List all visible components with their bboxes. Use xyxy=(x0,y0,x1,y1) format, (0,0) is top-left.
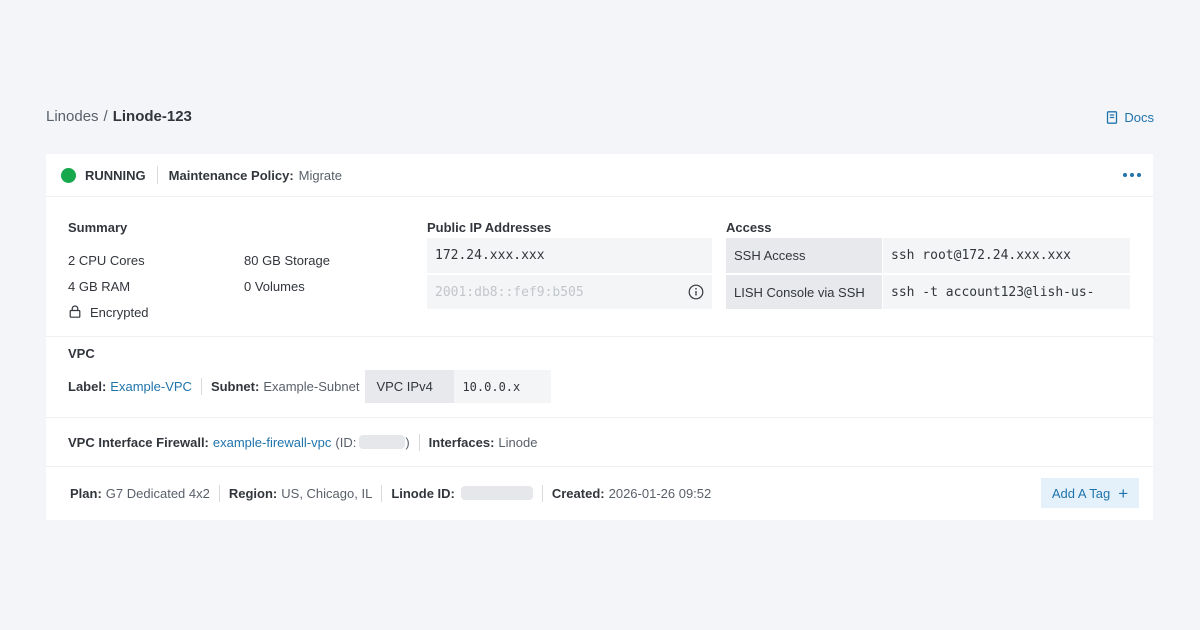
vpc-label-key: Label: xyxy=(68,379,107,394)
dot-icon xyxy=(1130,173,1134,177)
divider xyxy=(218,484,220,502)
vpc-ipv4-label: VPC IPv4 xyxy=(365,370,455,403)
status-indicator xyxy=(61,167,76,183)
subnet-key: Subnet: xyxy=(210,379,260,394)
volumes: 0 Volumes xyxy=(244,279,305,294)
dot-icon xyxy=(1123,173,1127,177)
docs-link[interactable]: Docs xyxy=(1106,110,1154,125)
ipv4-value: 172.24.xxx.xxx xyxy=(435,248,545,263)
ssh-access-value[interactable]: ssh root@172.24.xxx.xxx xyxy=(883,238,1130,273)
dot-icon xyxy=(1137,173,1141,177)
maintenance-policy-value: Migrate xyxy=(298,167,343,183)
footer-details: Plan: G7 Dedicated 4x2 Region: US, Chica… xyxy=(70,482,711,504)
add-tag-label: Add A Tag xyxy=(1051,485,1111,501)
section-divider xyxy=(46,466,1153,467)
interfaces-value: Linode xyxy=(498,434,538,450)
breadcrumb: Linodes / Linode-123 xyxy=(46,108,192,125)
docs-label: Docs xyxy=(1124,110,1154,125)
redacted-linode-id xyxy=(460,486,533,500)
page-title: Linode-123 xyxy=(112,108,192,125)
divider xyxy=(381,484,383,502)
ipv6-address: 2001:db8::fef9:b505 xyxy=(427,275,712,309)
vpc-details: Label: Example-VPC Subnet: Example-Subne… xyxy=(68,370,552,403)
plus-icon: + xyxy=(1118,483,1129,503)
subnet-value: Example-Subnet xyxy=(263,379,360,394)
firewall-id-prefix: (ID: xyxy=(335,434,357,450)
public-ip-title: Public IP Addresses xyxy=(427,220,552,235)
access-title: Access xyxy=(726,220,772,235)
redacted-firewall-id xyxy=(359,435,406,449)
section-divider xyxy=(46,336,1153,337)
more-actions-button[interactable] xyxy=(1123,168,1141,182)
add-tag-button[interactable]: Add A Tag + xyxy=(1041,478,1139,508)
divider xyxy=(541,484,543,502)
ipv4-address[interactable]: 172.24.xxx.xxx xyxy=(427,238,712,273)
firewall-id-suffix: ) xyxy=(405,434,410,450)
book-icon xyxy=(1107,111,1118,124)
status-label: RUNNING xyxy=(85,167,146,183)
linode-detail-card: RUNNING Maintenance Policy: Migrate Summ… xyxy=(46,154,1153,520)
vpc-ipv4-value[interactable]: 10.0.0.x xyxy=(454,370,552,403)
ipv6-value: 2001:db8::fef9:b505 xyxy=(435,284,584,300)
created-value: 2026-01-26 09:52 xyxy=(608,485,712,501)
encrypted-label: Encrypted xyxy=(90,305,149,320)
plan-value: G7 Dedicated 4x2 xyxy=(105,485,210,501)
cpu-cores: 2 CPU Cores xyxy=(68,253,145,268)
breadcrumb-separator: / xyxy=(103,108,108,125)
lock-icon xyxy=(69,305,81,318)
divider xyxy=(418,433,420,451)
interfaces-key: Interfaces: xyxy=(428,434,495,450)
firewall-link[interactable]: example-firewall-vpc xyxy=(213,435,331,450)
divider xyxy=(156,166,158,184)
breadcrumb-linodes[interactable]: Linodes xyxy=(46,108,99,125)
created-key: Created: xyxy=(551,485,605,501)
region-key: Region: xyxy=(228,485,278,501)
vpc-title: VPC xyxy=(68,346,95,361)
info-icon[interactable] xyxy=(688,284,704,300)
divider xyxy=(200,378,202,395)
linode-id-key: Linode ID: xyxy=(391,485,455,501)
vpc-label-link[interactable]: Example-VPC xyxy=(110,379,192,394)
firewall-row: VPC Interface Firewall: example-firewall… xyxy=(68,432,537,452)
section-divider xyxy=(46,417,1153,418)
lish-console-label: LISH Console via SSH xyxy=(726,275,882,309)
maintenance-policy-label: Maintenance Policy: xyxy=(168,167,294,183)
storage: 80 GB Storage xyxy=(244,253,330,268)
plan-key: Plan: xyxy=(70,485,102,501)
ssh-access-label: SSH Access xyxy=(726,238,882,273)
lish-console-value[interactable]: ssh -t account123@lish-us- xyxy=(883,275,1130,309)
firewall-key: VPC Interface Firewall: xyxy=(68,434,209,450)
ram: 4 GB RAM xyxy=(68,279,131,294)
summary-title: Summary xyxy=(68,220,128,235)
status-bar: RUNNING Maintenance Policy: Migrate xyxy=(46,154,1153,197)
region-value: US, Chicago, IL xyxy=(281,485,373,501)
